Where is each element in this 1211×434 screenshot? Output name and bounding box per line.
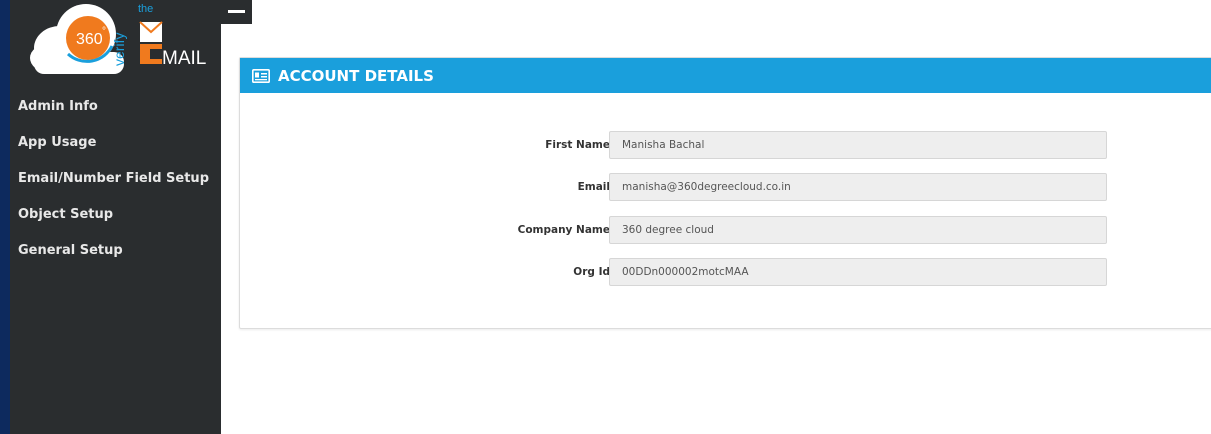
org-id-label: Org Id [573,266,610,278]
org-id-field[interactable]: 00DDn000002motcMAA [609,258,1107,286]
first-name-label: First Name [545,139,610,151]
account-details-panel: ACCOUNT DETAILS First Name Manisha Bacha… [239,57,1211,329]
app-window: 360 ° verify the MAIL Admin Info App Usa… [10,0,1211,434]
sidebar: 360 ° verify the MAIL Admin Info App Usa… [10,0,221,434]
menu-icon [228,10,245,13]
id-card-icon [252,68,270,83]
company-name-field[interactable]: 360 degree cloud [609,216,1107,244]
sidebar-item-general-setup[interactable]: General Setup [10,236,221,272]
panel-header: ACCOUNT DETAILS [240,58,1211,93]
form-row-org-id: Org Id 00DDn000002motcMAA [240,258,1211,288]
panel-title: ACCOUNT DETAILS [278,66,434,85]
sidebar-item-object-setup[interactable]: Object Setup [10,200,221,236]
logo-mail-text: MAIL [162,48,206,69]
sidebar-item-admin-info[interactable]: Admin Info [10,92,221,128]
logo-360-text: 360 [76,31,103,48]
form-row-email: Email manisha@360degreecloud.co.in [240,173,1211,203]
app-logo: 360 ° verify the MAIL [20,0,210,78]
sidebar-toggle-button[interactable] [221,0,252,24]
first-name-field[interactable]: Manisha Bachal [609,131,1107,159]
logo-verify-text: verify [111,33,127,66]
form-row-first-name: First Name Manisha Bachal [240,131,1211,161]
sidebar-item-app-usage[interactable]: App Usage [10,128,221,164]
logo-degree-text: ° [102,26,106,37]
email-label: Email [577,181,610,193]
company-name-label: Company Name [517,224,610,236]
logo-the-text: the [138,3,153,15]
sidebar-item-email-number-field-setup[interactable]: Email/Number Field Setup [10,164,221,200]
email-field[interactable]: manisha@360degreecloud.co.in [609,173,1107,201]
sidebar-nav: Admin Info App Usage Email/Number Field … [10,92,221,272]
form-row-company-name: Company Name 360 degree cloud [240,216,1211,246]
